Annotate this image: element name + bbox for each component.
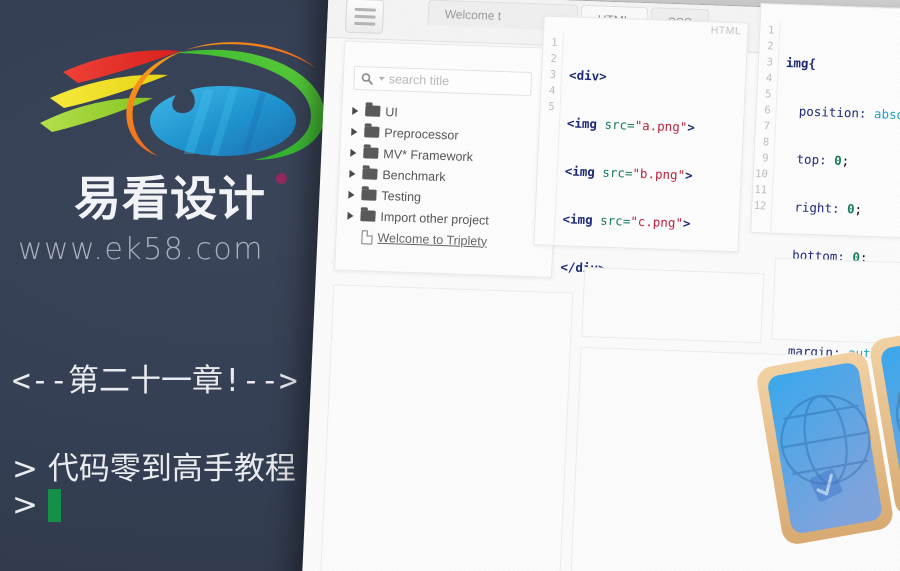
code-line: position: absolute; (798, 103, 900, 124)
tree-item-label: Testing (381, 188, 422, 204)
code-line: <div> (569, 67, 698, 87)
line-number: 1 (767, 24, 775, 37)
hamburger-bar (354, 14, 376, 19)
promo-prompt-symbol: > (12, 487, 38, 523)
folder-icon (363, 147, 379, 159)
search-input[interactable] (388, 72, 550, 92)
hamburger-bar (353, 21, 375, 26)
html-editor-body[interactable]: 1 2 3 4 5 <div> <img src="a.png"> <img s… (534, 32, 747, 276)
html-code-text[interactable]: <div> <img src="a.png"> <img src="b.png"… (554, 33, 699, 275)
tree-item-label: Benchmark (382, 167, 446, 184)
line-number: 5 (764, 88, 772, 101)
code-token: <div> (568, 67, 608, 84)
line-number: 4 (765, 72, 773, 85)
file-tree: UI Preprocessor MV* Framework Benchmark (342, 100, 555, 254)
tree-item-label: MV* Framework (383, 146, 474, 164)
chevron-right-icon[interactable] (351, 127, 358, 136)
code-token: img{ (785, 54, 817, 72)
code-line: <img src="b.png"> (564, 163, 694, 183)
application-window: Welcome t HTML CSS × UI Preprocessor (300, 0, 900, 571)
chevron-right-icon[interactable] (348, 190, 355, 199)
file-icon (361, 229, 373, 245)
line-number: 7 (763, 120, 771, 133)
folder-icon (364, 126, 380, 138)
line-number: 2 (550, 52, 558, 65)
folder-icon (360, 210, 376, 222)
code-line: top: 0; (796, 151, 850, 169)
line-number: 5 (548, 100, 555, 113)
tree-item-label: Preprocessor (384, 125, 459, 143)
promo-subtitle-line: > 代码零到高手教程 (12, 451, 296, 487)
search-icon (361, 72, 373, 85)
chevron-down-icon[interactable] (378, 76, 385, 81)
code-line: right: 0; (794, 199, 863, 217)
search-field[interactable] (353, 65, 550, 97)
line-number: 4 (548, 84, 556, 97)
chevron-right-icon[interactable] (347, 211, 354, 220)
line-number: 2 (767, 40, 774, 53)
tree-item-label: UI (384, 104, 399, 119)
hamburger-bar (354, 7, 376, 12)
brand-url: www.ek58.com (18, 232, 265, 267)
chevron-right-icon[interactable] (352, 106, 359, 115)
line-number: 10 (754, 167, 769, 181)
line-number: 6 (764, 104, 771, 117)
css-code-text[interactable]: img{ position: absolute; top: 0; right: … (766, 21, 900, 554)
line-number: 3 (549, 68, 557, 81)
code-line: <img src="a.png"> (566, 115, 696, 135)
promo-chapter-line: <--第二十一章!--> (12, 363, 298, 399)
line-number: 11 (754, 183, 768, 197)
line-number: 9 (761, 152, 769, 165)
preview-panel-top-right (771, 257, 900, 347)
promo-prompt-line: > (12, 487, 61, 523)
line-number: 1 (550, 36, 558, 49)
brand-wordmark: 易看设计 (74, 173, 334, 234)
brand-wordmark-text: 易看设计 (74, 172, 266, 227)
tree-item-label: Import other project (380, 209, 490, 228)
code-line: <img src="c.png"> (562, 211, 691, 231)
html-editor-panel: HTML 1 2 3 4 5 <div> <img src="a.png"> <… (533, 15, 749, 276)
file-tree-panel: × UI Preprocessor MV* Fr (334, 40, 563, 278)
html-panel-tag: HTML (710, 24, 742, 38)
folder-icon (362, 168, 378, 180)
tree-item-label: Welcome to Triplety (377, 230, 488, 249)
chevron-right-icon[interactable] (350, 148, 357, 157)
brand-dot-accent (276, 173, 287, 184)
line-number: 12 (753, 199, 767, 213)
brand-logo-mark (8, 28, 338, 178)
preview-panel-upper (581, 267, 765, 344)
terminal-cursor (47, 488, 61, 522)
preview-panel-left (319, 284, 574, 571)
chevron-right-icon[interactable] (349, 169, 356, 178)
hamburger-icon[interactable] (344, 0, 385, 34)
line-number: 3 (766, 56, 774, 69)
folder-icon (361, 189, 377, 201)
code-line: img{ (786, 55, 900, 77)
folder-icon (365, 105, 381, 117)
css-editor-body[interactable]: 1 2 3 4 5 6 7 8 9 10 11 12 img{ position… (751, 20, 900, 554)
line-number: 8 (762, 136, 770, 149)
css-editor-panel: CSS 1 2 3 4 5 6 7 8 9 10 11 12 img{ posi… (750, 3, 900, 554)
